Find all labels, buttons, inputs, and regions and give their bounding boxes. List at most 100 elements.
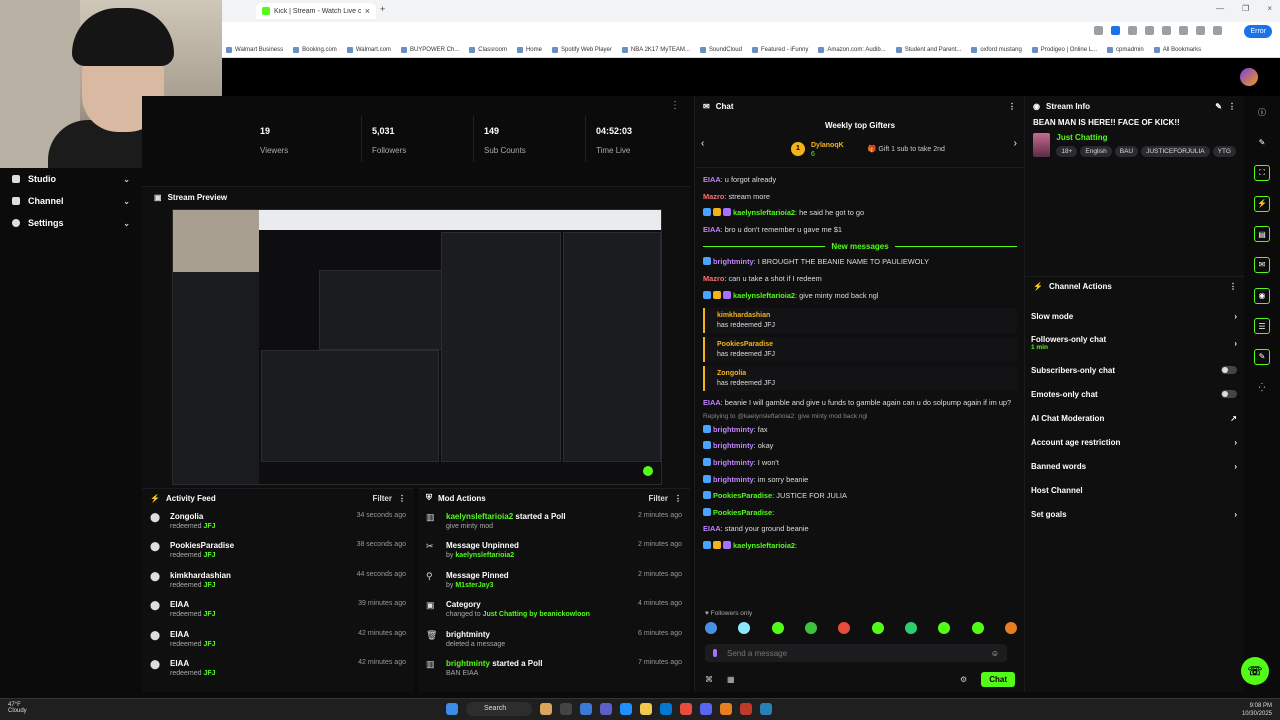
redeem-user[interactable]: Zongolia [717, 370, 1017, 377]
more-options-icon[interactable]: ⋮ [1008, 102, 1016, 111]
app-icon[interactable] [740, 703, 752, 715]
bookmark[interactable]: cpmadmin [1107, 46, 1144, 53]
extension-icon[interactable] [1179, 26, 1188, 35]
chevron-left-icon[interactable]: ‹ [701, 138, 704, 149]
windows-start-icon[interactable] [446, 703, 458, 715]
bookmark[interactable]: Student and Parent... [895, 46, 961, 53]
channel-action-item[interactable]: Slow mode › [1025, 304, 1245, 328]
chat-bubble-icon[interactable]: ✉ [1254, 256, 1270, 273]
edit-pencil-icon[interactable]: ✎ [1215, 102, 1222, 111]
edit-pencil-icon[interactable]: ✎ [1254, 135, 1270, 151]
extension-icon[interactable] [1196, 26, 1205, 35]
chat-message[interactable]: EIAA: bro u don't remember u gave me $1 [703, 222, 1017, 239]
emote-icon[interactable] [871, 622, 884, 634]
mod-action-user[interactable]: kaelynsleftarioia2 [455, 552, 514, 559]
bookmark[interactable]: Booking.com [293, 46, 337, 53]
activity-user[interactable]: PookiesParadise [170, 541, 349, 550]
chat-username[interactable]: PookiesParadise [713, 508, 772, 517]
bookmark[interactable]: Walmart.com [346, 46, 391, 53]
gift-hint[interactable]: 🎁 Gift 1 sub to take 2nd [868, 145, 945, 153]
chat-username[interactable]: brightminty [713, 441, 754, 450]
emote-icon[interactable] [738, 622, 751, 634]
chat-message[interactable]: EIAA: u forgot already [703, 172, 1017, 189]
browser-tab[interactable]: Kick | Stream - Watch Live on K × [256, 3, 376, 19]
extensions-puzzle-icon[interactable] [1213, 26, 1222, 35]
discord-icon[interactable] [700, 703, 712, 715]
task-view-icon[interactable] [560, 703, 572, 715]
avatar[interactable] [1240, 68, 1258, 86]
mod-action-item[interactable]: ▥ kaelynsleftarioia2 started a Poll give m… [418, 507, 690, 536]
mod-action-item[interactable]: 🗑 brightminty deleted a message 6 minutes a… [418, 625, 690, 654]
broadcast-icon[interactable]: ◉ [1254, 287, 1270, 304]
gifter-name[interactable]: DylanoqK [811, 142, 844, 149]
app-icon[interactable] [580, 703, 592, 715]
bookmark[interactable]: Amazon.com: Audib... [818, 46, 886, 53]
activity-user[interactable]: EIAA [170, 600, 350, 609]
chat-username[interactable]: EIAA [703, 175, 721, 184]
toggle-switch[interactable] [1221, 390, 1237, 398]
profile-error-button[interactable]: Error [1244, 25, 1272, 38]
bookmark[interactable]: oxford mustang [971, 46, 1022, 53]
pinned-icon[interactable]: ⌘ [705, 675, 713, 684]
bookmark[interactable]: NBA 2K17 MyTEAM... [621, 46, 690, 53]
new-messages-divider[interactable]: New messages [703, 238, 1017, 254]
chat-username[interactable]: Mazro [703, 274, 724, 283]
chat-message-input[interactable] [727, 648, 981, 658]
mod-action-title[interactable]: kaelynsleftarioia2 [446, 512, 513, 521]
more-options-icon[interactable]: ⋮ [674, 494, 682, 503]
channel-action-item[interactable]: Banned words › [1025, 454, 1245, 478]
taskbar-search[interactable]: Search [466, 702, 532, 716]
file-explorer-icon[interactable] [640, 703, 652, 715]
more-options-icon[interactable]: ⋮ [670, 100, 680, 111]
gear-icon[interactable]: ⚙ [960, 675, 967, 684]
chat-message[interactable]: EIAA: stand your ground beanie [703, 521, 1017, 538]
poll-icon[interactable]: ▦ [727, 675, 735, 684]
chat-username[interactable]: EIAA [703, 398, 721, 407]
app-icon[interactable] [540, 703, 552, 715]
chat-username[interactable]: brightminty [713, 425, 754, 434]
sidebar-item-settings[interactable]: Settings ⌄ [0, 212, 142, 234]
bookmark[interactable]: Spotify Web Player [551, 46, 612, 53]
bookmark[interactable]: All Bookmarks [1153, 46, 1201, 53]
redeem-user[interactable]: kimkhardashian [717, 312, 1017, 319]
chat-username[interactable]: brightminty [713, 475, 754, 484]
activity-feed-item[interactable]: ⬤ EIAA redeemed JFJ 42 minutes ago [142, 654, 414, 683]
sidebar-item-studio[interactable]: Studio ⌄ [0, 168, 142, 190]
maximize-button[interactable]: ❐ [1242, 4, 1249, 13]
tab-close-icon[interactable]: × [365, 6, 370, 16]
bookmark[interactable]: Prodigeo | Online L... [1031, 46, 1097, 53]
edge-icon[interactable] [620, 703, 632, 715]
chat-message[interactable]: brightminty: I won't [703, 455, 1017, 472]
channel-action-item[interactable]: Host Channel [1025, 478, 1245, 502]
activity-feed-item[interactable]: ⬤ Zongolia redeemed JFJ 34 seconds ago [142, 507, 414, 536]
chat-message[interactable]: kaelynsleftarioia2: give minty mod back … [703, 288, 1017, 305]
list-icon[interactable]: ☰ [1254, 318, 1270, 335]
activity-feed-item[interactable]: ⬤ PookiesParadise redeemed JFJ 38 seconds a… [142, 536, 414, 565]
mod-action-user[interactable]: Just Chatting by beanickowloon [483, 611, 590, 618]
clipboard-icon[interactable]: ▤ [1254, 226, 1270, 243]
extension-icon[interactable] [1162, 26, 1171, 35]
bookmark[interactable]: Home [516, 46, 542, 53]
emote-icon[interactable] [971, 622, 984, 634]
new-tab-button[interactable]: + [380, 4, 385, 14]
support-headset-button[interactable]: ☏ [1241, 657, 1269, 685]
mic-icon[interactable] [713, 649, 717, 657]
bookmark[interactable]: Featured - iFunny [751, 46, 808, 53]
info-icon[interactable]: ⓘ [1254, 104, 1270, 120]
stream-preview-video[interactable] [172, 209, 662, 485]
channel-action-item[interactable]: Account age restriction › [1025, 430, 1245, 454]
grid-icon[interactable]: ⁛ [1254, 379, 1270, 395]
chat-username[interactable]: brightminty [713, 458, 754, 467]
chat-message[interactable]: kaelynsleftarioia2: [703, 538, 1017, 555]
app-icon[interactable] [720, 703, 732, 715]
more-options-icon[interactable]: ⋮ [1228, 102, 1236, 111]
wrench-icon[interactable]: ✎ [1254, 348, 1270, 365]
close-window-button[interactable]: × [1267, 4, 1272, 13]
emote-icon[interactable] [904, 622, 917, 634]
emote-icon[interactable] [771, 622, 784, 634]
emote-icon[interactable] [938, 622, 951, 634]
chrome-icon[interactable] [680, 703, 692, 715]
activity-user[interactable]: EIAA [170, 630, 350, 639]
activity-feed-item[interactable]: ⬤ EIAA redeemed JFJ 39 minutes ago [142, 595, 414, 624]
lightning-icon[interactable]: ⚡ [1254, 195, 1270, 212]
